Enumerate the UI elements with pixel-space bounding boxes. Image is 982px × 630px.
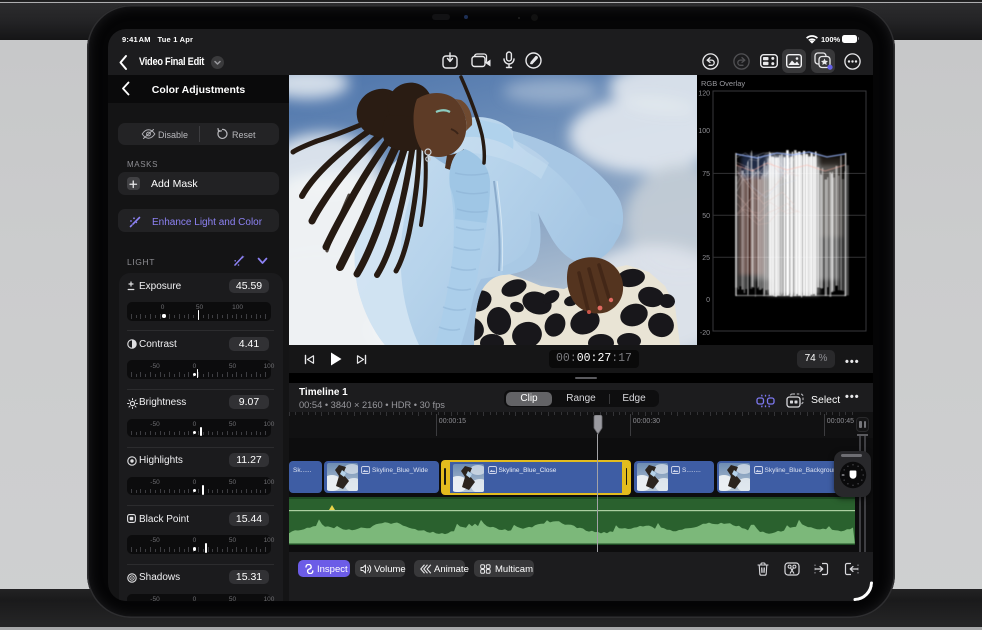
svg-text:0: 0 <box>706 297 710 304</box>
svg-text:100: 100 <box>698 128 710 135</box>
svg-text:75: 75 <box>702 171 710 178</box>
svg-text:25: 25 <box>702 255 710 262</box>
svg-text:120: 120 <box>698 91 710 98</box>
svg-text:-20: -20 <box>700 330 710 337</box>
svg-text:50: 50 <box>702 213 710 220</box>
svg-text:RGB Overlay: RGB Overlay <box>701 79 745 88</box>
